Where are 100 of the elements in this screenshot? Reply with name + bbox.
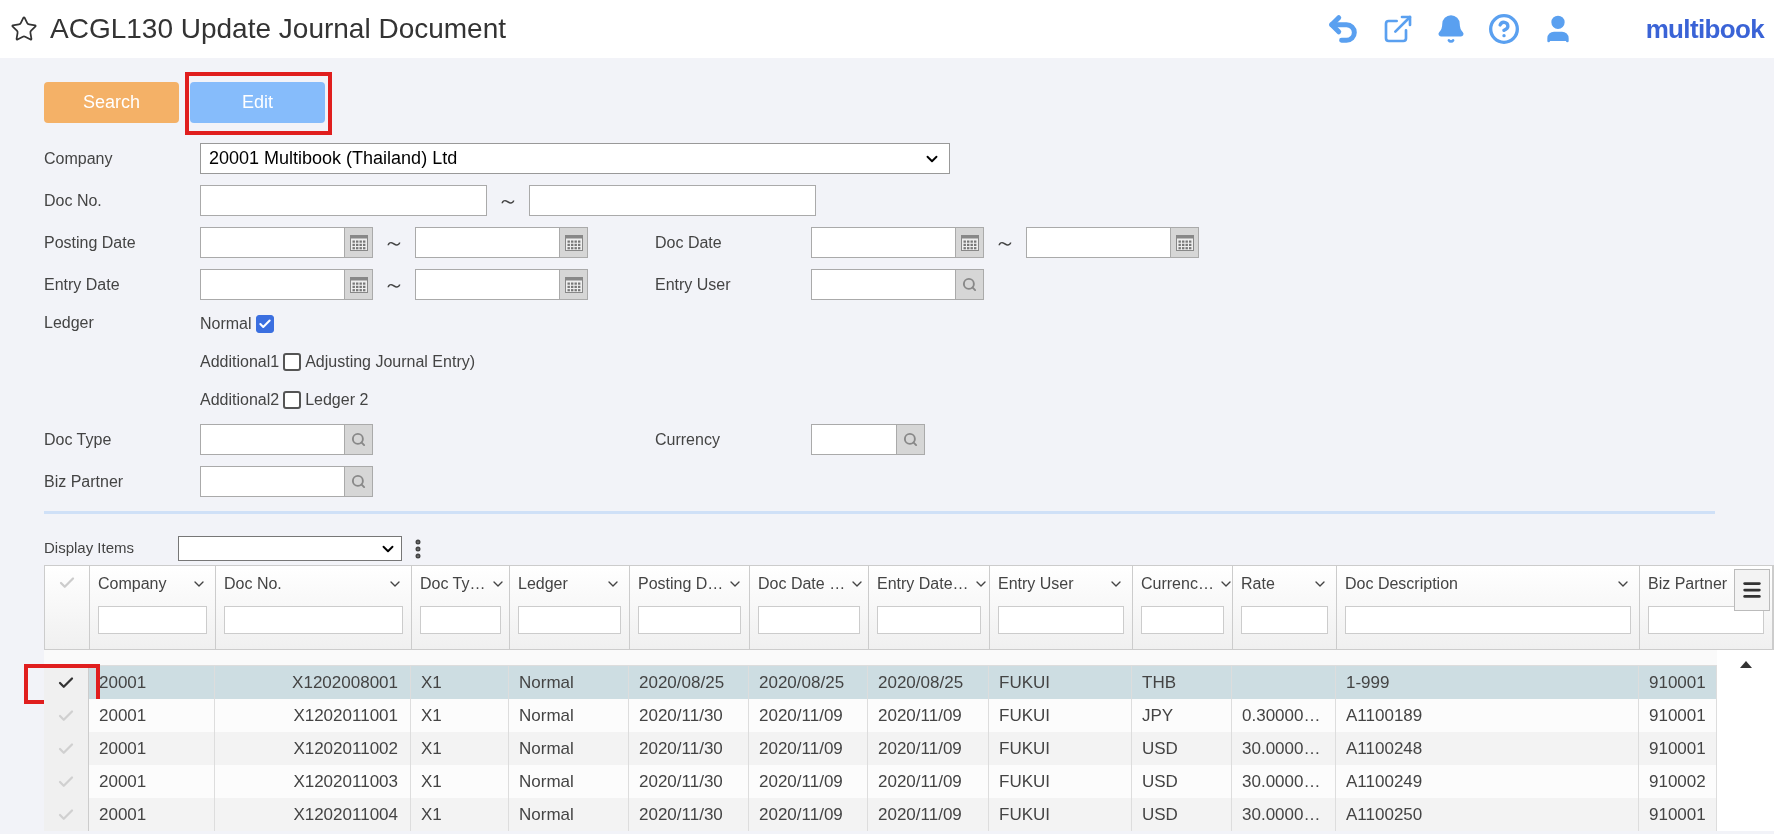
scroll-up-icon[interactable] bbox=[1739, 660, 1752, 668]
column-filter-field[interactable] bbox=[518, 606, 621, 634]
scrollbar[interactable] bbox=[1717, 650, 1774, 831]
help-icon[interactable] bbox=[1487, 13, 1520, 45]
doc-no-to-field[interactable] bbox=[529, 185, 816, 216]
favorite-star-icon[interactable] bbox=[10, 15, 38, 43]
table-cell-text: 2020/11/09 bbox=[878, 737, 962, 760]
column-filter-field[interactable] bbox=[638, 606, 741, 634]
lookup-button[interactable] bbox=[345, 424, 373, 455]
table-row[interactable]: 20001 X1202011003 X1 Normal 2020/11/30 2020/11/09 2020/11/09 FUKUI USD 30.0000… A1100249 910002 bbox=[44, 765, 1717, 798]
column-header[interactable]: Entry Date… bbox=[869, 566, 990, 649]
lookup-button[interactable] bbox=[897, 424, 925, 455]
column-header[interactable]: Doc Description bbox=[1337, 566, 1640, 649]
table-cell-text: X1202011001 bbox=[293, 704, 398, 727]
range-separator: ～ bbox=[993, 231, 1017, 254]
calendar-button[interactable] bbox=[560, 227, 588, 258]
table-cell-text: Normal bbox=[519, 737, 574, 760]
table-row[interactable]: 20001 X1202008001 X1 Normal 2020/08/25 2020/08/25 2020/08/25 FUKUI THB 1-999 910001 bbox=[44, 666, 1717, 699]
table-cell-text: 0.30000… bbox=[1242, 704, 1321, 727]
date-field[interactable] bbox=[415, 269, 560, 300]
calendar-icon bbox=[349, 234, 368, 251]
column-title: Doc No. bbox=[224, 574, 282, 594]
column-header[interactable]: Doc No. bbox=[216, 566, 412, 649]
field-label: Posting Date bbox=[44, 232, 137, 253]
field-label: Doc No. bbox=[44, 190, 103, 211]
column-header[interactable]: Doc Ty… bbox=[412, 566, 510, 649]
checkbox[interactable] bbox=[255, 315, 274, 333]
table-row[interactable]: 20001 X1202011004 X1 Normal 2020/11/30 2020/11/09 2020/11/09 FUKUI USD 30.0000… A1100250 910001 bbox=[44, 798, 1717, 831]
company-select[interactable]: 20001 Multibook (Thailand) Ltd bbox=[200, 143, 950, 174]
column-filter-field[interactable] bbox=[1345, 606, 1631, 634]
table-cell-text: X1202011004 bbox=[293, 803, 398, 826]
table-cell-text: USD bbox=[1142, 803, 1178, 826]
table-cell-text: 30.0000… bbox=[1242, 770, 1321, 793]
lookup-field[interactable] bbox=[811, 424, 897, 455]
table-cell-text: 910001 bbox=[1649, 803, 1706, 826]
table-cell-text: 910001 bbox=[1649, 704, 1706, 727]
lookup-button[interactable] bbox=[345, 466, 373, 497]
column-header[interactable]: Doc Date … bbox=[750, 566, 869, 649]
calendar-button[interactable] bbox=[560, 269, 588, 300]
lookup-field[interactable] bbox=[200, 424, 345, 455]
lookup-field[interactable] bbox=[200, 466, 345, 497]
date-field[interactable] bbox=[415, 227, 560, 258]
table-cell-text: Normal bbox=[519, 671, 574, 694]
table-cell-text: 2020/11/09 bbox=[878, 704, 962, 727]
column-filter-field[interactable] bbox=[758, 606, 860, 634]
checkbox[interactable] bbox=[283, 353, 302, 371]
field-label: Biz Partner bbox=[44, 471, 125, 492]
search-icon bbox=[962, 277, 977, 292]
table-cell-text: 2020/08/25 bbox=[759, 671, 845, 694]
column-title: Entry Date… bbox=[877, 574, 969, 594]
date-field[interactable] bbox=[1026, 227, 1171, 258]
doc-no-from-field[interactable] bbox=[200, 185, 487, 216]
table-cell-text: FUKUI bbox=[999, 803, 1050, 826]
calendar-button[interactable] bbox=[345, 269, 373, 300]
column-menu-button[interactable] bbox=[1734, 569, 1770, 611]
column-header[interactable]: Entry User bbox=[990, 566, 1133, 649]
column-filter-field[interactable] bbox=[420, 606, 501, 634]
table-cell-text: 2020/08/25 bbox=[639, 671, 725, 694]
table-cell-text: A1100189 bbox=[1346, 704, 1423, 727]
column-header[interactable]: Company bbox=[90, 566, 216, 649]
column-filter-field[interactable] bbox=[1141, 606, 1224, 634]
lookup-field[interactable] bbox=[811, 269, 956, 300]
column-filter-field[interactable] bbox=[224, 606, 403, 634]
table-row[interactable]: 20001 X1202011001 X1 Normal 2020/11/30 2020/11/09 2020/11/09 FUKUI JPY 0.30000… A1100189 910001 bbox=[44, 699, 1717, 732]
table-cell-text: A1100249 bbox=[1346, 770, 1423, 793]
table-cell-text: 2020/11/09 bbox=[759, 803, 843, 826]
display-items-select[interactable] bbox=[178, 536, 402, 561]
table-cell-text: 910002 bbox=[1649, 770, 1706, 793]
field-label: Currency bbox=[655, 429, 721, 450]
page-title: ACGL130 Update Journal Document bbox=[50, 12, 507, 46]
date-field[interactable] bbox=[200, 227, 345, 258]
search-icon bbox=[903, 432, 918, 447]
column-filter-field[interactable] bbox=[998, 606, 1124, 634]
table-cell-text: 2020/11/30 bbox=[639, 704, 723, 727]
table-cell-text: USD bbox=[1142, 737, 1178, 760]
table-cell-text: 20001 bbox=[99, 803, 147, 826]
ledger-name: Additional2 bbox=[200, 390, 280, 410]
calendar-button[interactable] bbox=[1171, 227, 1199, 258]
table-cell-text: 2020/11/30 bbox=[639, 770, 723, 793]
table-cell-text: JPY bbox=[1142, 704, 1174, 727]
table-cell-text: 2020/11/09 bbox=[759, 737, 843, 760]
column-header[interactable]: Currenc… bbox=[1133, 566, 1233, 649]
calendar-icon bbox=[1175, 234, 1194, 251]
calendar-button[interactable] bbox=[956, 227, 984, 258]
column-filter-field[interactable] bbox=[98, 606, 207, 634]
column-filter-field[interactable] bbox=[1241, 606, 1328, 634]
column-filter-field[interactable] bbox=[877, 606, 981, 634]
calendar-button[interactable] bbox=[345, 227, 373, 258]
lookup-button[interactable] bbox=[956, 269, 984, 300]
column-header[interactable]: Ledger bbox=[510, 566, 630, 649]
ledger-description: Ledger 2 bbox=[305, 390, 369, 410]
column-filter-field[interactable] bbox=[1648, 606, 1764, 634]
date-field[interactable] bbox=[200, 269, 345, 300]
column-header[interactable]: Rate bbox=[1233, 566, 1337, 649]
column-header[interactable]: Posting D… bbox=[630, 566, 750, 649]
display-items-label: Display Items bbox=[44, 538, 136, 559]
date-field[interactable] bbox=[811, 227, 956, 258]
table-row[interactable]: 20001 X1202011002 X1 Normal 2020/11/30 2020/11/09 2020/11/09 FUKUI USD 30.0000… A1100248 910001 bbox=[44, 732, 1717, 765]
calendar-icon bbox=[564, 234, 583, 251]
checkbox[interactable] bbox=[283, 391, 302, 409]
